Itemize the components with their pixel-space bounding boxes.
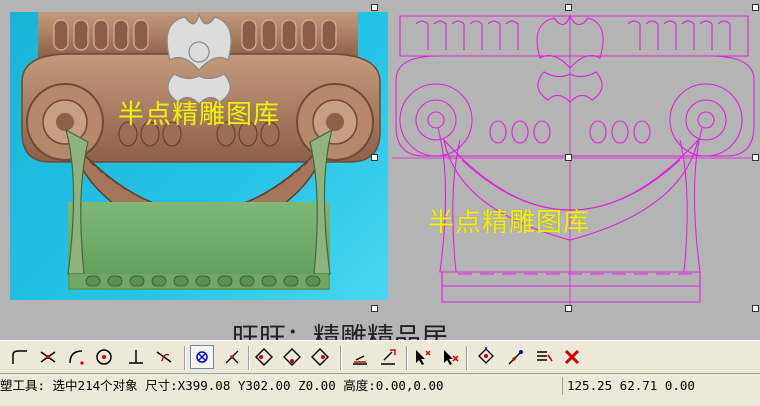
toolbar-separator bbox=[466, 346, 468, 370]
selection-handle[interactable] bbox=[565, 154, 572, 161]
select-remove-icon[interactable] bbox=[438, 345, 462, 369]
circle-target-icon[interactable] bbox=[92, 345, 116, 369]
render-watermark: 半点精雕图库 bbox=[118, 100, 281, 130]
delete-icon[interactable] bbox=[560, 345, 584, 369]
status-selection-info: 塑工具: 选中214个对象 尺寸:X399.08 Y302.00 Z0.00 高… bbox=[0, 378, 444, 393]
selection-handle[interactable] bbox=[371, 154, 378, 161]
selection-handle[interactable] bbox=[565, 4, 572, 11]
align-bottom-icon[interactable] bbox=[348, 345, 372, 369]
selection-handle[interactable] bbox=[752, 305, 759, 312]
toolbar-separator bbox=[248, 346, 250, 370]
drawing-canvas[interactable]: 半点精雕图库 半点精雕图库 bbox=[0, 0, 760, 328]
drawing-toolbar bbox=[0, 340, 760, 374]
status-cursor-coordinates: 125.25 62.71 0.00 bbox=[562, 377, 760, 395]
arc-icon[interactable] bbox=[64, 345, 88, 369]
snap-point-icon[interactable] bbox=[190, 345, 214, 369]
status-bar: 塑工具: 选中214个对象 尺寸:X399.08 Y302.00 Z0.00 高… bbox=[0, 374, 760, 406]
trim-icon[interactable] bbox=[36, 345, 60, 369]
carved-capital-relief bbox=[21, 11, 381, 290]
selection-handle[interactable] bbox=[565, 305, 572, 312]
align-top-icon[interactable] bbox=[376, 345, 400, 369]
arrange-icon[interactable] bbox=[504, 345, 528, 369]
tangent-icon[interactable] bbox=[152, 345, 176, 369]
list-edit-icon[interactable] bbox=[532, 345, 556, 369]
vector-watermark: 半点精雕图库 bbox=[428, 208, 591, 238]
toolbar-separator bbox=[340, 346, 342, 370]
selection-handle[interactable] bbox=[371, 305, 378, 312]
transform-icon[interactable] bbox=[474, 345, 498, 369]
fillet-icon[interactable] bbox=[8, 345, 32, 369]
relief-render-view[interactable]: 半点精雕图库 bbox=[10, 11, 388, 300]
mirror-center-icon[interactable] bbox=[280, 345, 304, 369]
node-edit-icon[interactable] bbox=[220, 345, 244, 369]
toolbar-separator bbox=[406, 346, 408, 370]
mirror-right-icon[interactable] bbox=[308, 345, 332, 369]
mirror-left-icon[interactable] bbox=[252, 345, 276, 369]
vector-wireframe-view[interactable] bbox=[388, 10, 760, 310]
selection-handle[interactable] bbox=[371, 4, 378, 11]
toolbar-separator bbox=[184, 346, 186, 370]
select-add-icon[interactable] bbox=[410, 345, 434, 369]
perpendicular-icon[interactable] bbox=[124, 345, 148, 369]
selection-handle[interactable] bbox=[752, 4, 759, 11]
selection-handle[interactable] bbox=[752, 154, 759, 161]
